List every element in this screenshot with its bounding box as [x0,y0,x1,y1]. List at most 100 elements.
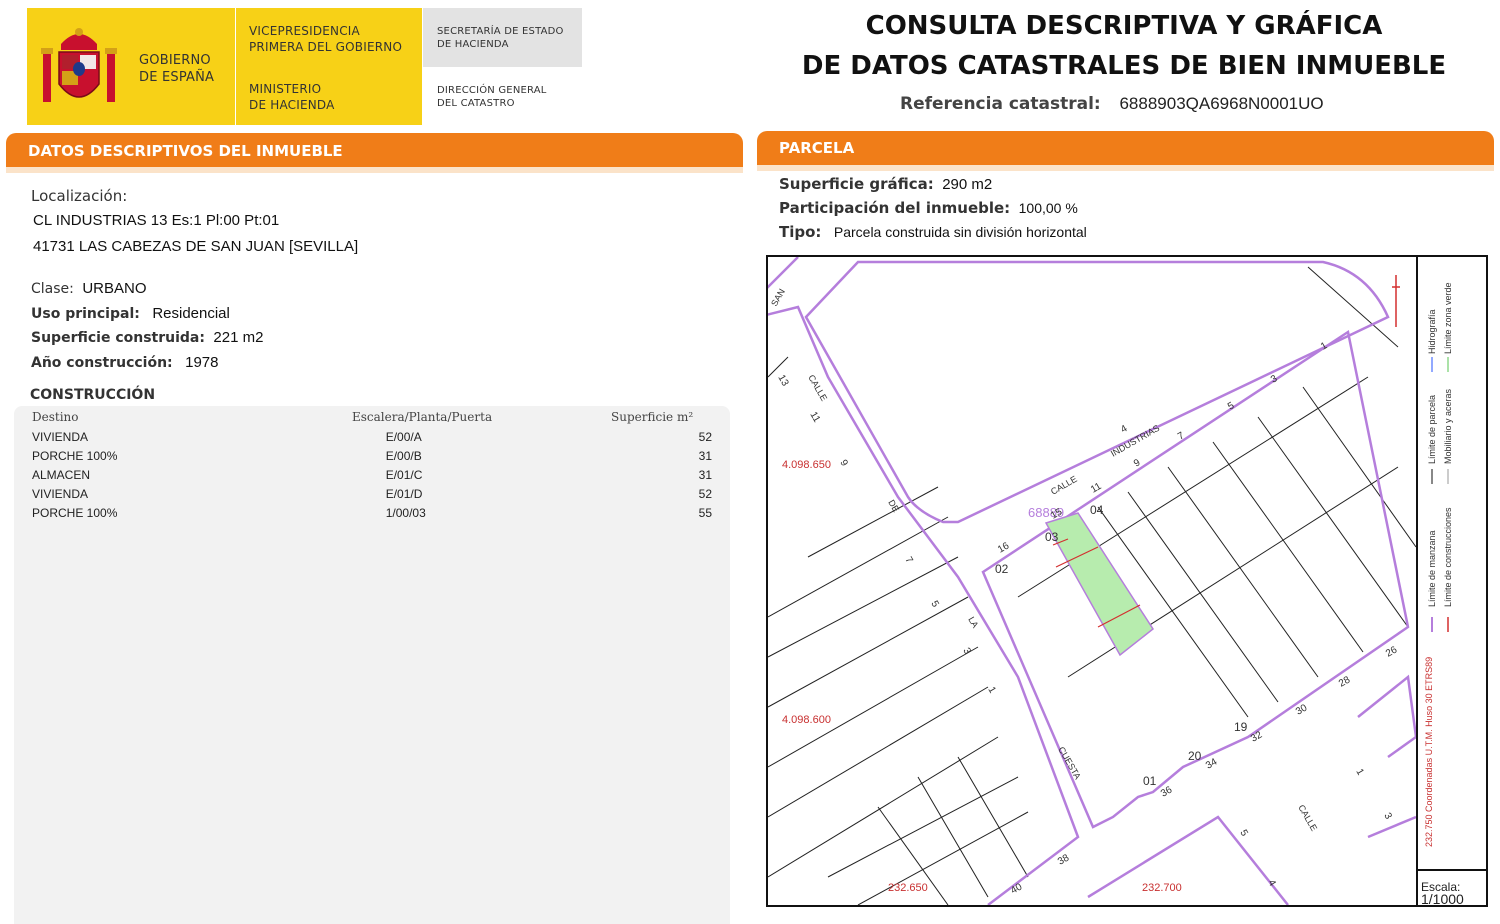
street-label: LA [966,615,980,630]
cadastral-map[interactable]: 4.098.650 4.098.600 232.650 232.700 6888… [766,255,1488,907]
cell-superficie: 31 [698,448,712,463]
title-line2: DE DATOS CATASTRALES DE BIEN INMUEBLE [801,51,1447,81]
house-number: 7 [902,555,915,566]
escala-box: Escala: 1/1000 [1418,869,1486,907]
house-number: 11 [807,410,822,425]
legend-mobiliario: Mobiliario y aceras [1443,388,1453,464]
cell-destino: VIVIENDA [32,429,89,444]
map-drawing: 4.098.650 4.098.600 232.650 232.700 6888… [768,257,1416,905]
house-number: 5 [1237,828,1250,839]
anio-value: 1978 [185,354,219,371]
house-number: 4 [1119,423,1130,436]
cell-superficie: 31 [698,467,712,482]
secretaria-line1: SECRETARÍA DE ESTADO [437,26,564,37]
legend-parcela: Límite de parcela [1427,395,1437,464]
vicepresidencia-line1: VICEPRESIDENCIA [249,24,360,38]
cell-escalera: E/01/C [385,467,423,482]
street-label: CALLE [806,373,829,403]
house-number: 01 [1143,774,1157,788]
escala-value: 1/1000 [1421,891,1464,907]
table-row: ALMACEN E/01/C 31 [32,465,712,484]
house-number: 9 [837,458,850,469]
address-line2: 41731 LAS CABEZAS DE SAN JUAN [SEVILLA] [33,238,359,255]
cell-escalera: E/00/A [385,429,422,444]
descriptivos-bar-title: DATOS DESCRIPTIVOS DEL INMUEBLE [28,142,343,160]
col-superficie: Superficie m² [611,410,694,424]
sup-grafica-label: Superficie gráfica: [779,175,934,193]
legend-utm: 232.750 Coordenadas U.T.M. Huso 30 ETRS8… [1424,657,1434,847]
parcela-bar: PARCELA [757,131,1494,165]
legend-hidrografia: Hidrografía [1427,309,1437,354]
clase-row: Clase: URBANO [31,280,147,298]
table-row: PORCHE 100% 1/00/03 55 [32,503,712,522]
cell-destino: PORCHE 100% [32,448,118,463]
parcela-bar-title: PARCELA [779,139,855,157]
coord-x1: 232.650 [888,882,928,894]
house-number: 32 [1249,729,1265,744]
col-destino: Destino [32,410,79,424]
gobierno-logo-block: GOBIERNO DE ESPAÑA [27,8,235,125]
sup-grafica-value: 290 m2 [942,176,993,193]
map-legend: Límite de manzana Límite de parcela Hidr… [1416,257,1488,907]
coord-x2: 232.700 [1142,882,1182,894]
page-title: CONSULTA DESCRIPTIVA Y GRÁFICA DE DATOS … [760,6,1488,86]
coord-y2: 4.098.600 [782,714,831,726]
selected-parcel [1044,512,1155,657]
house-number: 3 [960,646,973,657]
uso-label: Uso principal: [31,306,140,322]
legend-zona-verde: Límite zona verde [1443,282,1453,354]
table-row: VIVIENDA E/01/D 52 [32,484,712,503]
cell-escalera: 1/00/03 [385,505,426,520]
north-arrow-icon [1392,275,1400,327]
anio-row: Año construcción: 1978 [31,354,218,372]
cell-escalera: E/01/D [385,486,423,501]
house-number: 5 [928,599,941,610]
direccion-block: DIRECCIÓN GENERAL DEL CATASTRO [437,84,547,110]
ministerio-line1: MINISTERIO [249,82,322,96]
direccion-line1: DIRECCIÓN GENERAL [437,85,547,96]
house-number: 34 [1204,756,1220,771]
house-number: 19 [1234,720,1248,734]
table-row: PORCHE 100% E/00/B 31 [32,446,712,465]
house-number: 03 [1045,530,1059,544]
house-number: 04 [1090,503,1104,517]
anio-label: Año construcción: [31,355,173,371]
tipo-row: Tipo: Parcela construida sin división ho… [779,223,1087,242]
vicepresidencia-line2: PRIMERA DEL GOBIERNO [249,40,403,54]
ref-label: Referencia catastral: [900,94,1101,114]
direccion-line2: DEL CATASTRO [437,98,515,109]
legend-manzana: Límite de manzana [1427,530,1437,607]
ministerio-line2: DE HACIENDA [249,98,335,112]
ministerio-block: VICEPRESIDENCIA PRIMERA DEL GOBIERNO MIN… [236,8,422,125]
construccion-table: VIVIENDA E/00/A 52 PORCHE 100% E/00/B 31… [32,427,712,522]
street-label: SAN [769,287,787,308]
parcela-bar-shadow [757,165,1494,171]
participacion-value: 100,00 % [1018,200,1078,216]
house-number: 26 [1384,644,1400,659]
referencia-catastral: Referencia catastral: 6888903QA6968N0001… [900,94,1324,114]
house-number: 13 [775,373,790,389]
house-number: 7 [1176,430,1187,443]
title-line1: CONSULTA DESCRIPTIVA Y GRÁFICA [865,11,1383,41]
superficie-label: Superficie construida: [31,330,205,346]
col-escalera: Escalera/Planta/Puerta [352,410,493,424]
house-number: 40 [1009,881,1025,896]
descriptivos-bar: DATOS DESCRIPTIVOS DEL INMUEBLE [6,133,743,167]
cell-destino: PORCHE 100% [32,505,118,520]
tipo-value: Parcela construida sin división horizont… [833,224,1087,240]
cell-superficie: 55 [698,505,712,520]
cell-escalera: E/00/B [385,448,422,463]
uso-value: Residencial [152,305,230,322]
house-number: 1 [985,685,998,696]
street-label: DE [886,498,901,514]
legend-drawing: Límite de manzana Límite de parcela Hidr… [1424,282,1453,847]
clase-value: URBANO [82,280,147,297]
construccion-title: CONSTRUCCIÓN [30,387,156,403]
gobierno-line1: GOBIERNO [139,53,211,68]
street-label: INDUSTRIAS [1109,423,1161,459]
house-number: 3 [1381,811,1394,822]
escala-label: Escala: [1421,880,1461,894]
house-number: 38 [1056,852,1072,867]
participacion-row: Participación del inmueble: 100,00 % [779,199,1078,218]
cell-superficie: 52 [698,486,712,501]
